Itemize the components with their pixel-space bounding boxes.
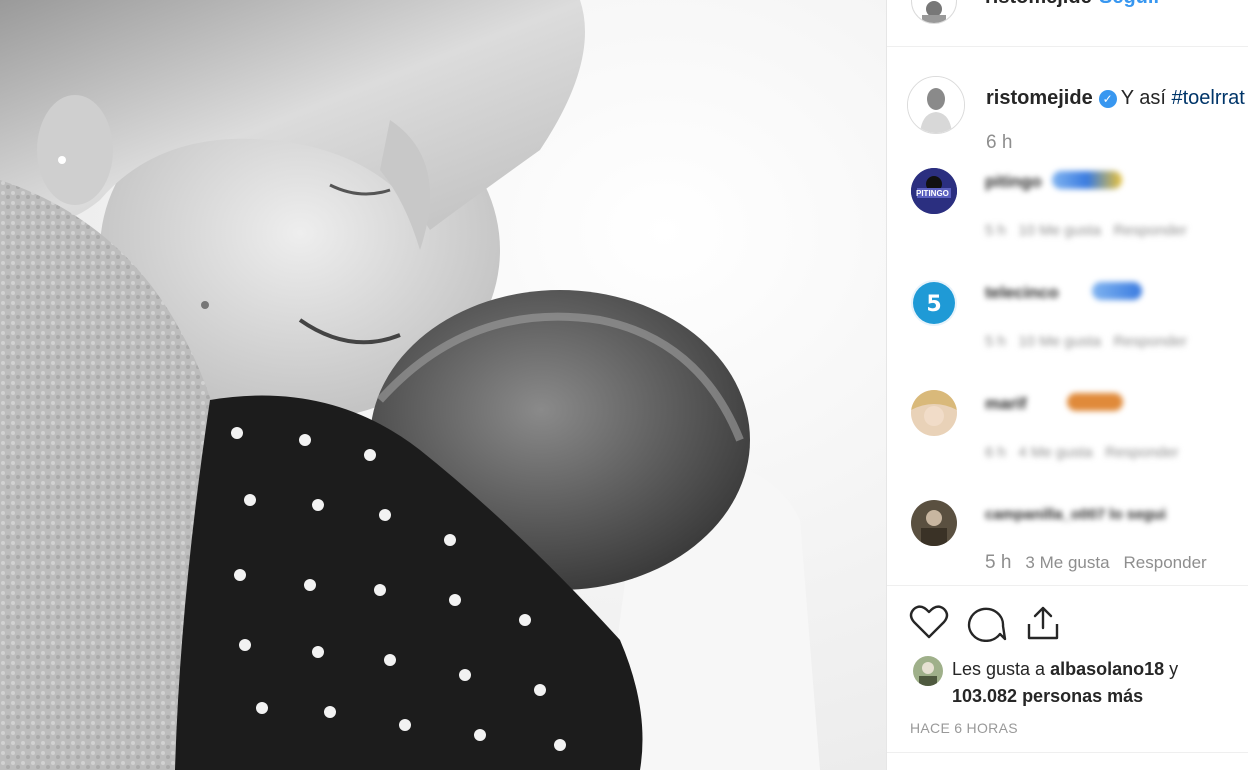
follow-button[interactable]: Seguir [1099, 0, 1161, 9]
caption-username[interactable]: ristomejide [986, 87, 1093, 109]
header-username[interactable]: ristomejide [985, 0, 1092, 9]
comment-avatar[interactable] [911, 500, 957, 546]
share-icon[interactable] [1025, 604, 1061, 642]
post-photo-image [0, 0, 886, 770]
caption-avatar[interactable] [907, 76, 965, 134]
emoji-icon [1052, 171, 1122, 189]
likes-prefix: Les gusta a [952, 659, 1046, 679]
comment-meta: 5 h 3 Me gusta Responder [985, 552, 1221, 574]
likes-text: Les gusta a albasolano18 y 103.082 perso… [952, 656, 1242, 710]
caption-time[interactable]: 6 h [986, 132, 1012, 154]
svg-text:5: 5 [926, 292, 941, 317]
comment-avatar[interactable]: 5 [911, 280, 957, 326]
post-sidebar: ristomejide Seguir ristomejide ✓Y así #to… [887, 0, 1248, 770]
emoji-icon [1092, 282, 1142, 300]
comment-meta: 5 h 10 Me gusta Responder [985, 222, 1187, 239]
caption: ristomejide ✓ Y así #toelrrat [986, 87, 1245, 110]
caption-text: Y así [1120, 87, 1166, 109]
comment-time[interactable]: 5 h [985, 552, 1011, 573]
divider [887, 585, 1248, 586]
comment-username[interactable]: pitingo [985, 172, 1042, 192]
post-timestamp[interactable]: HACE 6 HORAS [910, 720, 1018, 736]
emoji-icon [1067, 393, 1123, 411]
comment-icon[interactable] [967, 604, 1007, 642]
comment-username[interactable]: campanilla_o007 lo segui [985, 506, 1166, 523]
header-avatar[interactable] [911, 0, 957, 24]
likes-user[interactable]: albasolano18 [1050, 659, 1164, 679]
verified-badge-icon: ✓ [1098, 90, 1117, 108]
post-header: ristomejide Seguir [887, 0, 1248, 47]
heart-icon[interactable] [909, 604, 949, 640]
divider [887, 752, 1248, 753]
likes-avatar[interactable] [913, 656, 943, 686]
reply-button[interactable]: Responder [1124, 553, 1207, 572]
post-photo[interactable] [0, 0, 886, 770]
comment-avatar-label: PITINGO [916, 189, 949, 198]
caption-hashtag[interactable]: #toelrrat [1171, 87, 1244, 109]
comment-avatar[interactable] [911, 390, 957, 436]
comment-username[interactable]: marif [985, 394, 1027, 414]
likes-connector: y [1169, 659, 1179, 679]
comment-avatar[interactable]: PITINGO [911, 168, 957, 214]
comment-username[interactable]: telecinco [985, 283, 1059, 303]
likes-count[interactable]: 103.082 personas más [952, 686, 1143, 706]
comment-meta: 6 h 4 Me gusta Responder [985, 444, 1179, 461]
comment-likes[interactable]: 3 Me gusta [1025, 553, 1109, 572]
comment-meta: 5 h 10 Me gusta Responder [985, 333, 1187, 350]
